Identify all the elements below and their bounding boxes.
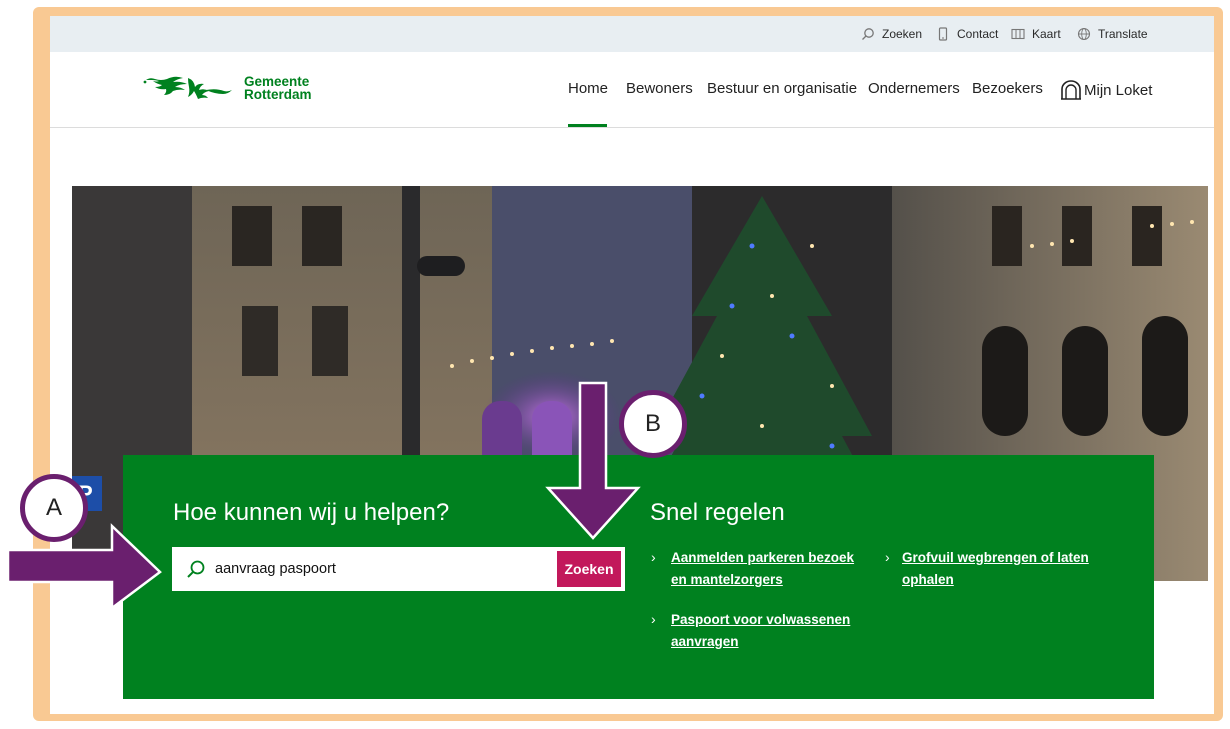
annotation-overlay [6, 381, 641, 611]
annotation-badge-a: A [20, 474, 88, 542]
arrow-a-pointing-right [6, 523, 162, 611]
annotation-badge-b: B [619, 390, 687, 458]
